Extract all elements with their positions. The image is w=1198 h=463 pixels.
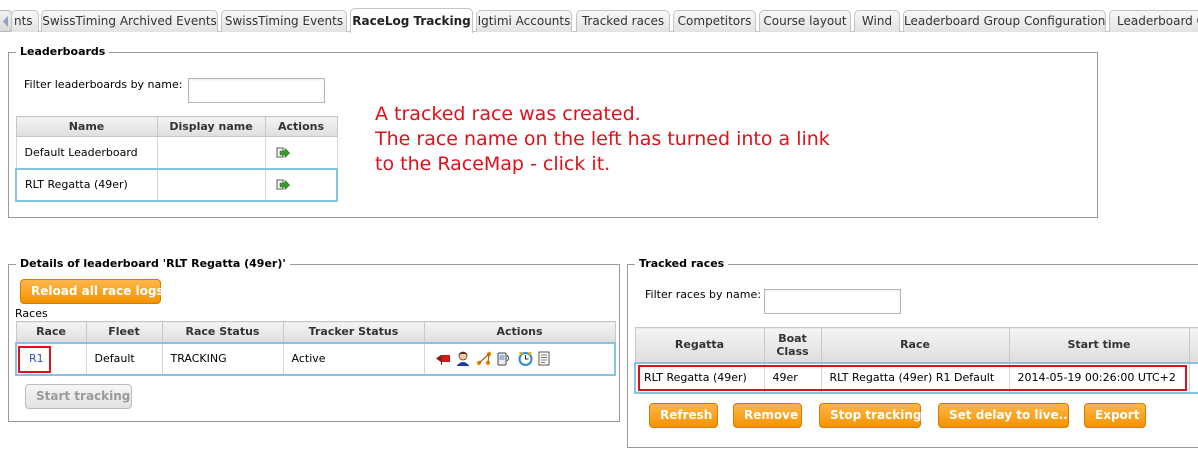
- tab-competitors[interactable]: Competitors: [673, 10, 756, 32]
- chevron-left-icon: [3, 16, 8, 27]
- column-header-race-status[interactable]: Race Status: [161, 321, 284, 343]
- annotation-line: The race name on the left has turned int…: [375, 128, 830, 150]
- stop-tracking-button[interactable]: Stop tracking: [819, 403, 921, 428]
- leaderboard-actions: [264, 136, 338, 169]
- column-header-boat-class[interactable]: Boat Class: [763, 327, 822, 363]
- tab-swisstiming-archived-events[interactable]: SwissTiming Archived Events: [41, 10, 218, 32]
- leaderboard-details-legend: Details of leaderboard 'RLT Regatta (49e…: [16, 256, 290, 272]
- tab-igtimi-accounts[interactable]: Igtimi Accounts: [476, 10, 572, 32]
- edit-arrow-icon[interactable]: [276, 179, 290, 191]
- leaderboard-name: Default Leaderboard: [15, 136, 158, 169]
- leaderboards-legend: Leaderboards: [16, 44, 110, 60]
- instruction-annotation: A tracked race was created. The race nam…: [375, 102, 830, 177]
- column-header-race[interactable]: Race: [820, 327, 1010, 363]
- column-header-tracker-status[interactable]: Tracker Status: [282, 321, 425, 343]
- tracked-race-highlight: [638, 365, 1187, 391]
- start-tracking-button[interactable]: Start tracking: [25, 384, 132, 409]
- tracked-race-overflow: [1188, 361, 1198, 394]
- column-header-actions: Actions: [264, 116, 338, 137]
- race-status: TRACKING: [161, 341, 284, 376]
- tab-leaderboard-group-configuration[interactable]: Leaderboard Group Configuration: [903, 10, 1106, 32]
- race-fleet: Default: [85, 341, 163, 376]
- column-header-display-name[interactable]: Display name: [156, 116, 266, 137]
- tab-leaderboard-configuration[interactable]: Leaderboard C: [1109, 10, 1198, 32]
- annotation-line: A tracked race was created.: [375, 103, 641, 125]
- table-row-selected[interactable]: R1 Default TRACKING Active: [15, 341, 616, 376]
- tracker-status: Active: [282, 341, 425, 376]
- remove-button[interactable]: Remove: [733, 403, 802, 428]
- table-row-selected[interactable]: RLT Regatta (49er): [15, 167, 338, 202]
- column-header-race[interactable]: Race: [15, 321, 87, 343]
- tracked-races-legend: Tracked races: [635, 256, 729, 272]
- race-actions: [423, 341, 616, 376]
- column-header-fleet[interactable]: Fleet: [85, 321, 163, 343]
- column-header-overflow: [1188, 327, 1198, 363]
- leaderboard-filter-label: Filter leaderboards by name:: [24, 78, 183, 91]
- table-row[interactable]: Default Leaderboard: [15, 136, 338, 169]
- races-table: Race Fleet Race Status Tracker Status Ac…: [15, 321, 616, 376]
- leaderboards-table: Name Display name Actions Default Leader…: [15, 116, 338, 202]
- tab-swisstiming-events[interactable]: SwissTiming Events: [221, 10, 347, 32]
- race-link-highlight: [18, 346, 51, 373]
- clock-icon[interactable]: [517, 351, 534, 366]
- leaderboard-display-name: [156, 167, 266, 202]
- reload-race-logs-button[interactable]: Reload all race logs: [20, 279, 164, 304]
- tab-wind[interactable]: Wind: [854, 10, 900, 32]
- races-label: Races: [15, 307, 48, 320]
- tab-racelog-tracking[interactable]: RaceLog Tracking: [350, 8, 473, 33]
- tab-course-layout[interactable]: Course layout: [759, 10, 851, 32]
- document-icon[interactable]: [537, 351, 552, 366]
- tab-bar: nts SwissTiming Archived Events SwissTim…: [0, 0, 1198, 37]
- leaderboard-display-name: [156, 136, 266, 169]
- course-icon[interactable]: [476, 351, 493, 366]
- column-header-regatta[interactable]: Regatta: [634, 327, 765, 363]
- leaderboard-filter-input[interactable]: [188, 78, 325, 103]
- race-filter-label: Filter races by name:: [645, 288, 761, 301]
- refresh-button[interactable]: Refresh: [649, 403, 718, 428]
- device-icon[interactable]: [496, 351, 513, 366]
- race-filter-input[interactable]: [764, 289, 901, 314]
- column-header-actions: Actions: [423, 321, 616, 343]
- annotation-line: to the RaceMap - click it.: [375, 153, 611, 175]
- person-icon[interactable]: [455, 351, 472, 366]
- leaderboard-actions: [264, 167, 338, 202]
- tab-events[interactable]: nts: [11, 10, 39, 32]
- leaderboard-name: RLT Regatta (49er): [15, 167, 158, 202]
- tab-tracked-races[interactable]: Tracked races: [576, 10, 670, 32]
- column-header-start-time[interactable]: Start time: [1008, 327, 1190, 363]
- edit-arrow-icon[interactable]: [276, 147, 290, 159]
- set-delay-to-live-button[interactable]: Set delay to live...: [938, 403, 1072, 428]
- column-header-name[interactable]: Name: [15, 116, 158, 137]
- flag-icon[interactable]: [435, 352, 452, 366]
- export-button[interactable]: Export: [1084, 403, 1146, 428]
